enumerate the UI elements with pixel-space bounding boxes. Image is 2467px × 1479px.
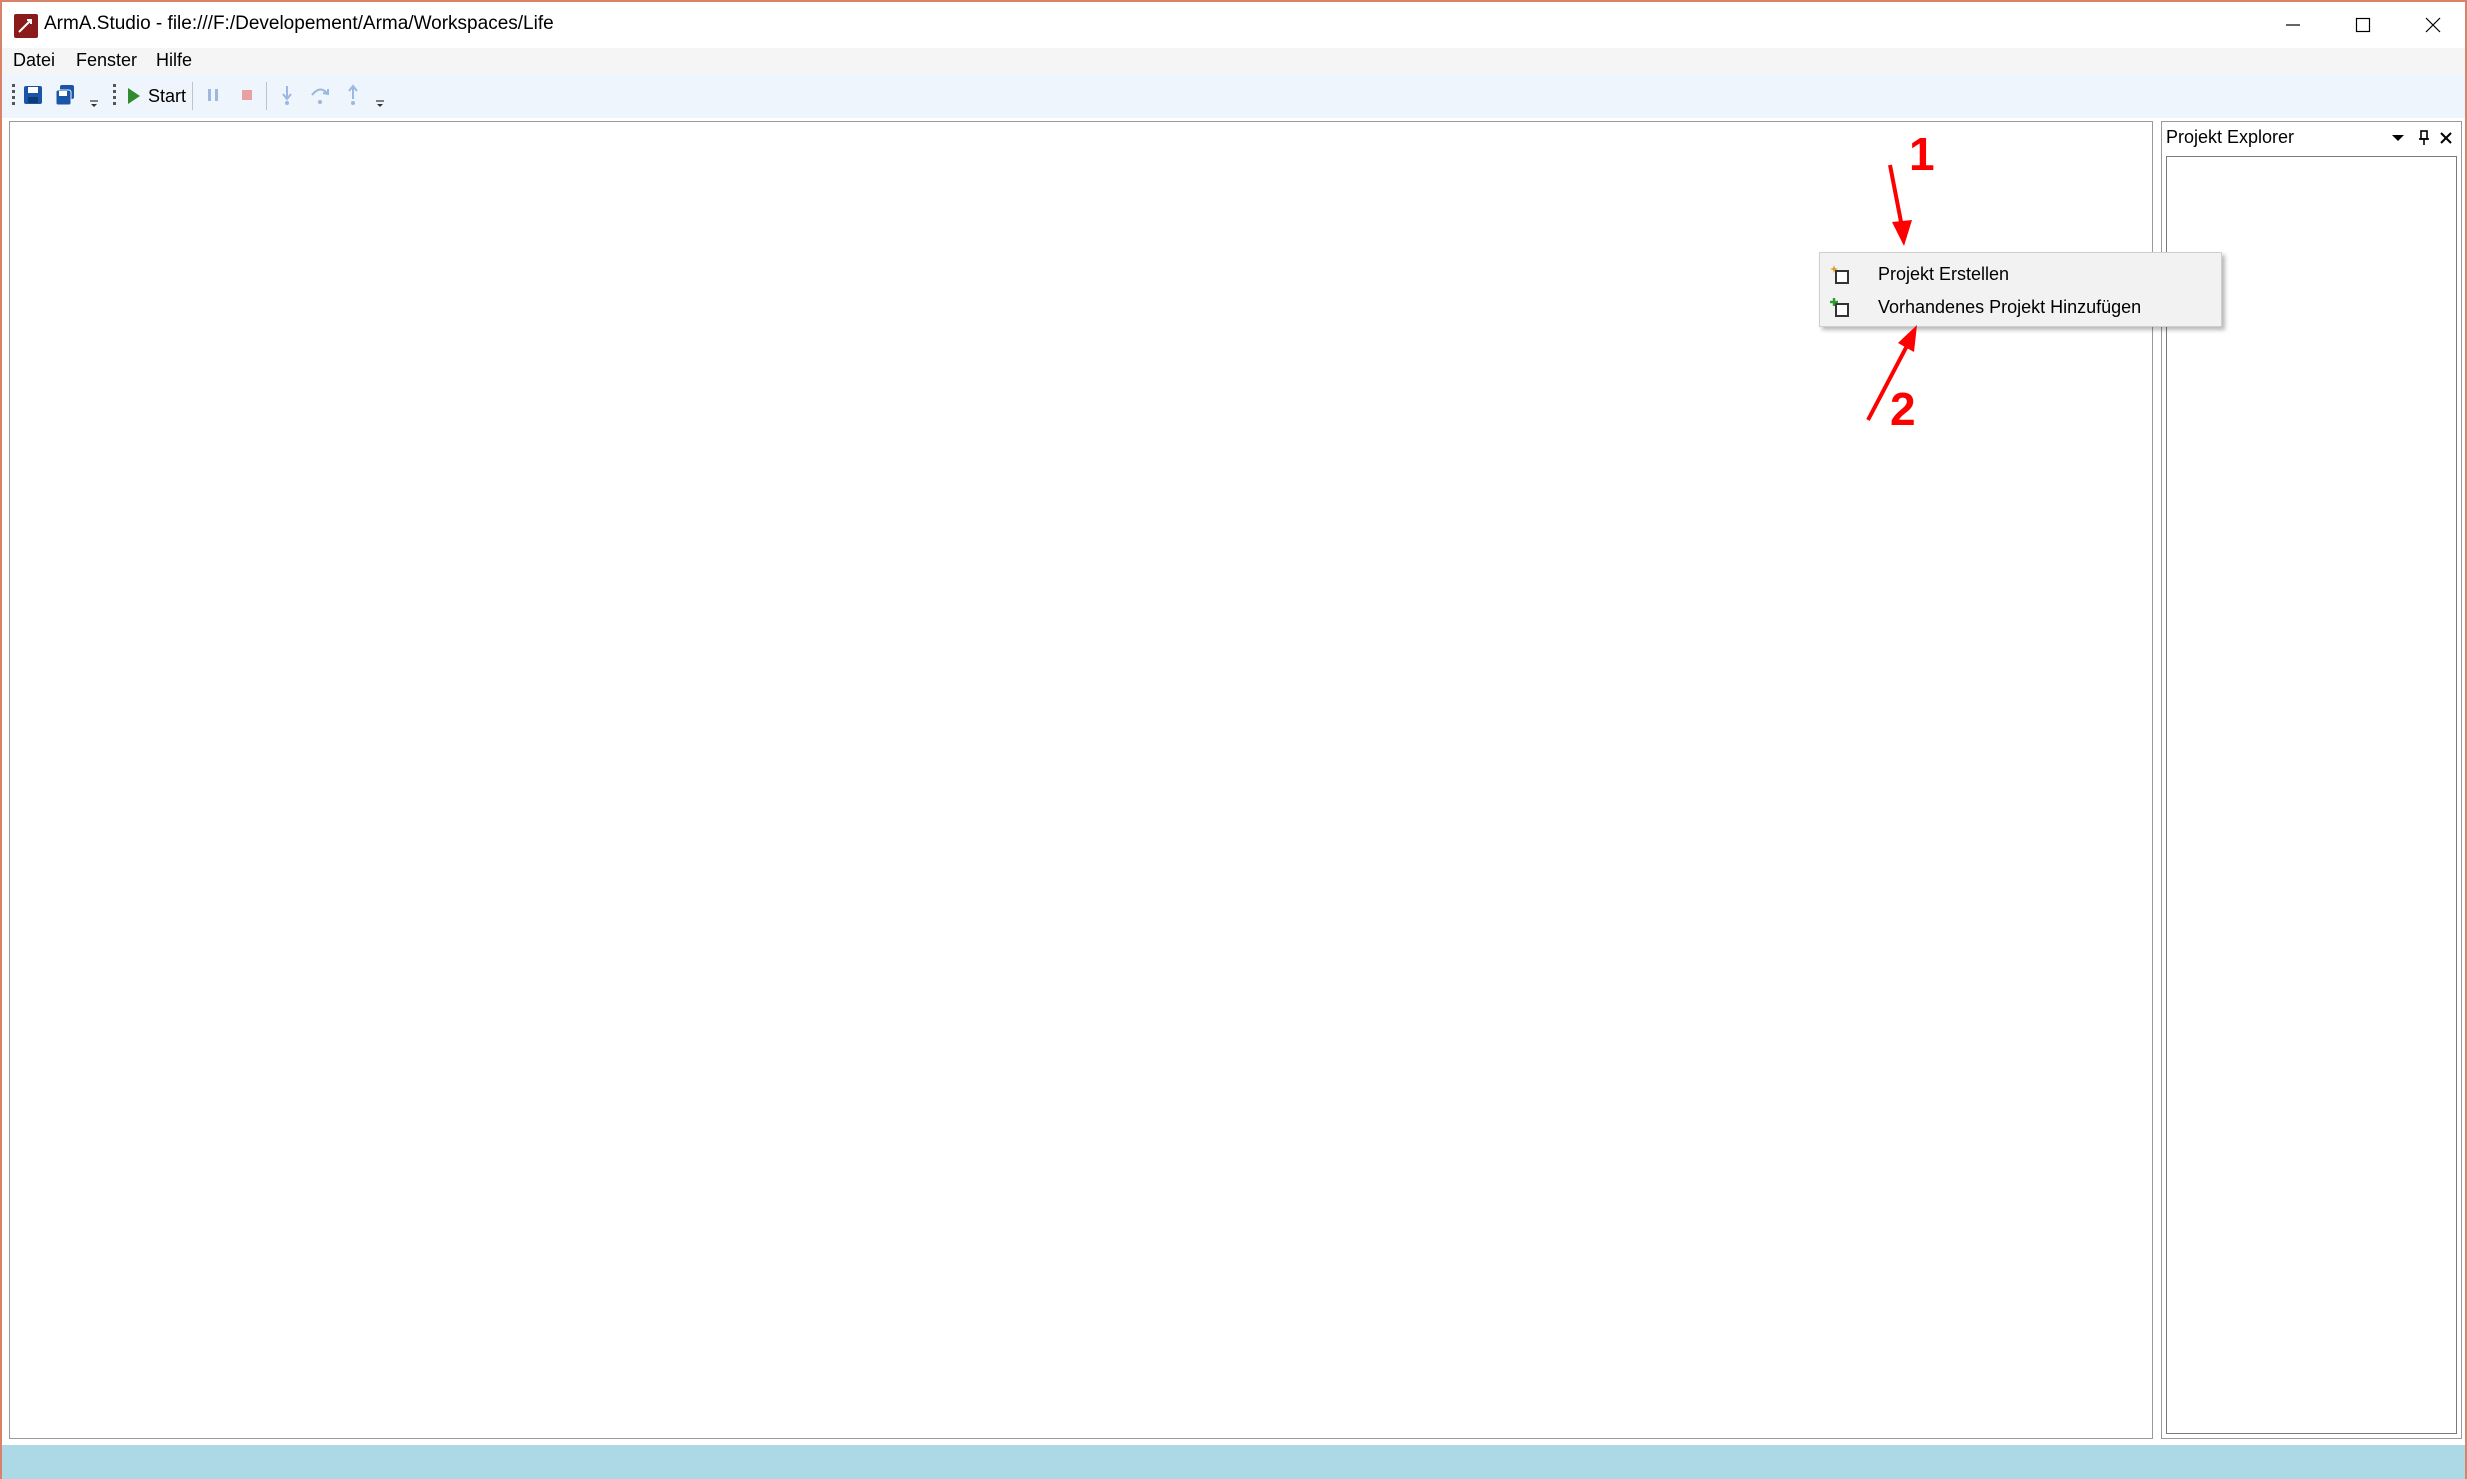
toolbar-grip-2[interactable] [113, 84, 117, 108]
triangle-down-icon [2392, 135, 2404, 141]
step-over-button[interactable] [307, 82, 333, 108]
pin-icon [2419, 130, 2429, 145]
menu-item-label: Vorhandenes Projekt Hinzufügen [1878, 297, 2142, 317]
app-window: ArmA.Studio - file:///F:/Developement/Ar… [0, 0, 2467, 1479]
project-explorer-title: Projekt Explorer [2166, 127, 2295, 147]
close-button[interactable] [2398, 2, 2467, 48]
context-menu: Projekt Erstellen Vorhandenes Projekt Hi… [1819, 252, 2222, 327]
annotation-number-1: 1 [1909, 128, 1935, 180]
menu-item-label: Projekt Erstellen [1878, 264, 2010, 284]
add-existing-project-icon [1830, 298, 1849, 317]
panel-close-button[interactable] [2436, 128, 2456, 148]
minimize-button[interactable] [2258, 2, 2328, 48]
toolbar-overflow-2[interactable] [374, 96, 386, 110]
panel-options-button[interactable] [2388, 128, 2408, 148]
step-out-button[interactable] [340, 82, 366, 108]
maximize-icon [2355, 17, 2371, 33]
minimize-icon [2286, 24, 2300, 26]
toolbar-separator-2 [266, 82, 267, 110]
annotation-number-2: 2 [1890, 383, 1916, 435]
stop-icon [242, 90, 252, 100]
panel-pin-button[interactable] [2414, 128, 2434, 148]
pause-button[interactable] [200, 82, 226, 108]
toolbar-separator [192, 82, 193, 110]
play-icon [128, 88, 140, 104]
toolbar-grip[interactable] [12, 84, 16, 108]
title-bar[interactable]: ArmA.Studio - file:///F:/Developement/Ar… [2, 2, 2465, 48]
project-explorer-tree[interactable] [2166, 156, 2457, 1434]
start-label: Start [148, 85, 187, 106]
pause-icon [208, 89, 218, 101]
save-all-icon [55, 85, 74, 106]
stop-button[interactable] [234, 82, 260, 108]
menu-fenster[interactable]: Fenster [76, 50, 137, 71]
close-icon [2425, 17, 2441, 33]
step-into-button[interactable] [274, 82, 300, 108]
menu-item-vorhandenes-projekt-hinzufuegen[interactable]: Vorhandenes Projekt Hinzufügen [1820, 291, 2221, 324]
toolbar: Start [2, 74, 2465, 118]
close-icon [2440, 132, 2452, 144]
save-button[interactable] [20, 82, 46, 108]
app-logo-icon [14, 14, 38, 38]
menu-datei[interactable]: Datei [13, 50, 55, 71]
toolbar-overflow-1[interactable] [88, 96, 100, 110]
chevron-down-icon [376, 100, 384, 107]
step-over-icon [311, 88, 329, 104]
menu-item-projekt-erstellen[interactable]: Projekt Erstellen [1820, 258, 2221, 291]
window-title: ArmA.Studio - file:///F:/Developement/Ar… [44, 13, 554, 34]
new-project-icon [1830, 265, 1849, 284]
start-button[interactable]: Start [126, 82, 186, 110]
menu-hilfe[interactable]: Hilfe [156, 50, 192, 71]
save-all-button[interactable] [52, 82, 78, 108]
save-icon [24, 86, 42, 104]
step-into-icon [282, 86, 292, 105]
chevron-down-icon [90, 100, 98, 107]
step-out-icon [348, 84, 358, 105]
menu-bar: Datei Fenster Hilfe [2, 48, 2465, 74]
project-explorer-header[interactable]: Projekt Explorer [2162, 122, 2461, 152]
maximize-button[interactable] [2328, 2, 2398, 48]
status-bar [2, 1445, 2465, 1479]
